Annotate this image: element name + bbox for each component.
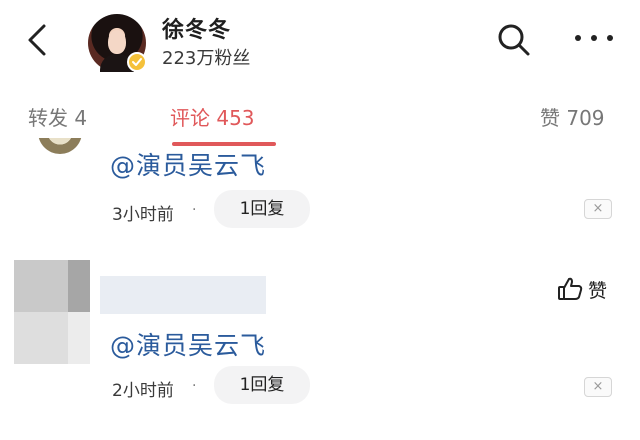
more-button[interactable]	[574, 30, 614, 46]
chevron-left-icon	[28, 24, 46, 56]
reply-count-button[interactable]: 1回复	[214, 190, 310, 228]
comment-timestamp: 2小时前	[112, 381, 174, 401]
follower-count: 223万粉丝	[162, 48, 251, 69]
tab-likes[interactable]: 赞 709	[540, 102, 605, 131]
commenter-avatar[interactable]	[38, 138, 82, 160]
user-name[interactable]: 徐冬冬	[162, 12, 231, 44]
thumbs-up-icon	[558, 277, 583, 300]
search-button[interactable]	[496, 22, 532, 58]
close-icon[interactable]: ×	[584, 199, 612, 219]
comment-mention[interactable]: @演员吴云飞	[110, 146, 266, 182]
search-icon	[498, 24, 530, 56]
more-dots-icon	[575, 35, 613, 41]
comment-timestamp: 3小时前	[112, 205, 174, 225]
tab-repost[interactable]: 转发 4	[28, 102, 87, 131]
comment-mention[interactable]: @演员吴云飞	[110, 326, 266, 362]
back-button[interactable]	[22, 20, 54, 60]
separator-dot: ·	[192, 378, 197, 394]
like-button[interactable]: 赞	[556, 274, 607, 304]
reply-count-button[interactable]: 1回复	[214, 366, 310, 404]
commenter-avatar-blurred[interactable]	[14, 260, 90, 364]
like-label: 赞	[588, 279, 608, 302]
separator-dot: ·	[192, 202, 197, 218]
verified-badge-icon	[127, 52, 147, 72]
commenter-name-blurred[interactable]	[100, 276, 266, 314]
close-icon[interactable]: ×	[584, 377, 612, 397]
tab-comments[interactable]: 评论 453	[170, 102, 255, 131]
